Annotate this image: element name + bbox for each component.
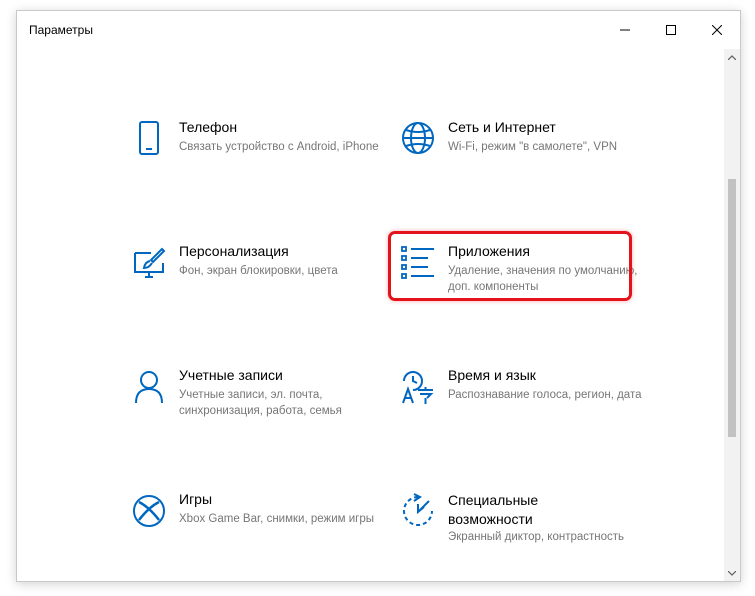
maximize-icon <box>666 25 676 35</box>
phone-icon <box>131 121 167 157</box>
scrollbar-thumb[interactable] <box>728 179 736 437</box>
settings-grid: Телефон Связать устройство с Android, iP… <box>17 49 724 581</box>
tile-title: Приложения <box>448 243 530 259</box>
tile-description: Учетные записи, эл. почта, синхронизация… <box>179 389 342 417</box>
tile-apps[interactable]: Приложения Удаление, значения по умолчан… <box>400 243 640 313</box>
tile-title: Время и язык <box>448 367 536 383</box>
scroll-up-button[interactable] <box>724 49 740 65</box>
tile-network[interactable]: Сеть и Интернет Wi-Fi, режим "в самолете… <box>400 119 640 189</box>
person-icon <box>131 369 167 405</box>
screen: Параметры Телефон Связать устройство с A… <box>0 0 755 596</box>
tile-description: Распознавание голоса, регион, дата <box>448 389 642 401</box>
tile-title: Учетные записи <box>179 367 283 383</box>
tile-accounts[interactable]: Учетные записи Учетные записи, эл. почта… <box>131 367 371 437</box>
apps-list-icon <box>400 245 436 281</box>
tile-accessibility[interactable]: Специальные возможности Экранный диктор,… <box>400 491 640 561</box>
window-title: Параметры <box>29 23 93 37</box>
chevron-down-icon <box>728 570 736 576</box>
tile-title: Игры <box>179 491 213 507</box>
vertical-scrollbar[interactable] <box>724 49 740 581</box>
chevron-up-icon <box>728 54 736 60</box>
tile-description: Xbox Game Bar, снимки, режим игры <box>179 513 375 525</box>
settings-window: Параметры Телефон Связать устройство с A… <box>16 10 741 582</box>
tile-gaming[interactable]: Игры Xbox Game Bar, снимки, режим игры <box>131 491 374 561</box>
time-language-icon <box>400 369 436 405</box>
tile-description: Удаление, значения по умолчанию, доп. ко… <box>448 265 638 293</box>
close-icon <box>712 25 722 35</box>
tile-description: Связать устройство с Android, iPhone <box>179 141 379 153</box>
maximize-button[interactable] <box>648 11 694 49</box>
minimize-button[interactable] <box>602 11 648 49</box>
tile-phone[interactable]: Телефон Связать устройство с Android, iP… <box>131 119 379 189</box>
paint-brush-monitor-icon <box>131 245 167 281</box>
tile-title: Телефон <box>179 119 238 135</box>
scroll-down-button[interactable] <box>724 565 740 581</box>
minimize-icon <box>620 29 630 31</box>
globe-icon <box>400 121 436 157</box>
tile-personalization[interactable]: Персонализация Фон, экран блокировки, цв… <box>131 243 371 313</box>
accessibility-icon <box>400 493 436 529</box>
tile-title: Персонализация <box>179 243 289 259</box>
close-button[interactable] <box>694 11 740 49</box>
tile-description: Фон, экран блокировки, цвета <box>179 265 338 277</box>
title-bar[interactable]: Параметры <box>17 11 740 49</box>
tile-description: Экранный диктор, контрастность <box>448 531 625 543</box>
tile-title: Специальные возможности <box>448 492 539 527</box>
tile-time-language[interactable]: Время и язык Распознавание голоса, регио… <box>400 367 641 437</box>
tile-title: Сеть и Интернет <box>448 119 556 135</box>
xbox-icon <box>131 493 167 529</box>
tile-description: Wi-Fi, режим "в самолете", VPN <box>448 141 618 153</box>
